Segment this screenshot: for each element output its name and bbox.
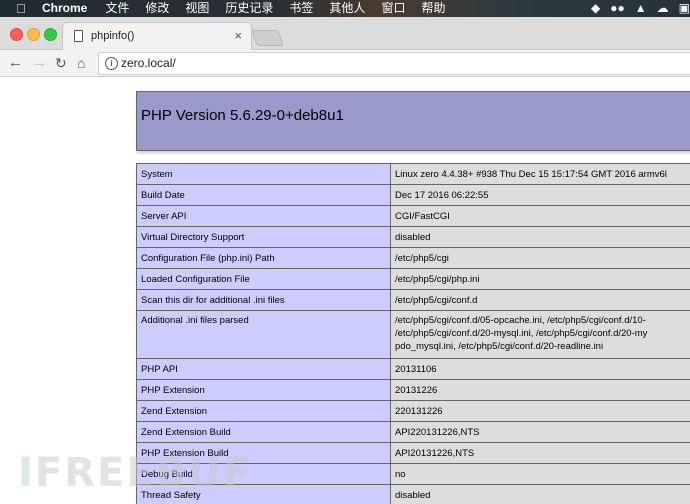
table-row: Build Date Dec 17 2016 06:22:55 — [136, 184, 690, 206]
freebuf-watermark: IFREEBUF — [18, 450, 252, 496]
menu-edit[interactable]: 修改 — [145, 0, 169, 17]
page-icon — [74, 30, 83, 42]
menu-app-chrome[interactable]: Chrome — [42, 0, 87, 17]
menu-history[interactable]: 历史记录 — [225, 0, 273, 17]
qq-icon[interactable]: ▲ — [635, 0, 647, 17]
page-content: PHP Version 5.6.29-0+deb8u1 System Linux … — [0, 77, 690, 504]
tab-title: phpinfo() — [91, 30, 135, 42]
row-value: no — [390, 463, 690, 485]
table-row: Additional .ini files parsed /etc/php5/c… — [136, 310, 690, 359]
row-key: Loaded Configuration File — [136, 268, 391, 290]
table-row: PHP Extension 20131226 — [136, 379, 690, 401]
browser-toolbar: ← → ↻ ⌂ i zero.local/ — [0, 50, 690, 77]
row-key: Zend Extension — [136, 400, 391, 422]
tab-phpinfo[interactable]: phpinfo() × — [62, 22, 252, 51]
apple-logo-icon[interactable]:  — [14, 0, 28, 17]
menu-help[interactable]: 帮助 — [421, 0, 445, 17]
row-value: /etc/php5/cgi/conf.d/05-opcache.ini, /et… — [390, 310, 690, 359]
row-value: API220131226,NTS — [390, 421, 690, 443]
forward-arrow-icon[interactable]: → — [32, 53, 47, 73]
table-row: Loaded Configuration File/etc/php5/cgi/p… — [136, 268, 690, 290]
new-tab-button[interactable] — [251, 30, 284, 46]
info-icon[interactable]: i — [105, 57, 118, 70]
table-row: Virtual Directory Support disabled — [136, 226, 690, 248]
row-value-line: pdo_mysql.ini, /etc/php5/cgi/conf.d/20-r… — [395, 341, 604, 352]
row-value: Linux zero 4.4.38+ #938 Thu Dec 15 15:17… — [390, 163, 690, 185]
minimize-window-button[interactable] — [27, 28, 40, 41]
address-bar[interactable]: i zero.local/ — [98, 52, 690, 75]
home-icon[interactable]: ⌂ — [77, 53, 85, 73]
row-key: Scan this dir for additional .ini files — [136, 289, 391, 311]
table-row: Configuration File (php.ini) Path/etc/ph… — [136, 247, 690, 269]
row-value: /etc/php5/cgi/conf.d — [390, 289, 690, 311]
row-value: /etc/php5/cgi — [390, 247, 690, 269]
row-value: CGI/FastCGI — [390, 205, 690, 227]
status-tray: ◆ ●● ▲ ☁ ▣ — [581, 0, 690, 17]
row-value: disabled — [390, 226, 690, 248]
row-key: Additional .ini files parsed — [136, 310, 391, 359]
row-key: System — [136, 163, 391, 185]
row-value-line: /etc/php5/cgi/conf.d/20-mysql.ini, /etc/… — [395, 328, 648, 339]
menu-file[interactable]: 文件 — [105, 0, 129, 17]
row-key: Configuration File (php.ini) Path — [136, 247, 391, 269]
close-window-button[interactable] — [10, 28, 23, 41]
tab-strip: phpinfo() × — [0, 17, 690, 51]
row-key: PHP Extension — [136, 379, 391, 401]
row-value: API20131226,NTS — [390, 442, 690, 464]
row-value: /etc/php5/cgi/php.ini — [390, 268, 690, 290]
close-tab-icon[interactable]: × — [234, 28, 242, 43]
menu-window[interactable]: 窗口 — [381, 0, 405, 17]
table-row: PHP API 20131106 — [136, 358, 690, 380]
row-value: 220131226 — [390, 400, 690, 422]
url-text[interactable]: zero.local/ — [121, 56, 176, 70]
php-version-header: PHP Version 5.6.29-0+deb8u1 — [136, 91, 690, 151]
row-key: Virtual Directory Support — [136, 226, 391, 248]
menu-people[interactable]: 其他人 — [329, 0, 365, 17]
row-value: disabled — [390, 484, 690, 504]
zoom-window-button[interactable] — [44, 28, 57, 41]
row-value: Dec 17 2016 06:22:55 — [390, 184, 690, 206]
menu-bookmarks[interactable]: 书签 — [289, 0, 313, 17]
row-value-line: /etc/php5/cgi/conf.d/05-opcache.ini, /et… — [395, 315, 646, 326]
evernote-icon[interactable]: ◆ — [591, 0, 600, 17]
menu-view[interactable]: 视图 — [185, 0, 209, 17]
row-key: Zend Extension Build — [136, 421, 391, 443]
status-icon[interactable]: ▣ — [679, 0, 690, 17]
table-row: Server API CGI/FastCGI — [136, 205, 690, 227]
back-arrow-icon[interactable]: ← — [8, 53, 23, 73]
table-row: Zend Extension Build API220131226,NTS — [136, 421, 690, 443]
cloud-icon[interactable]: ☁ — [657, 0, 669, 17]
php-version-title: PHP Version 5.6.29-0+deb8u1 — [141, 107, 344, 124]
row-key: Build Date — [136, 184, 391, 206]
table-row: Scan this dir for additional .ini files /… — [136, 289, 690, 311]
table-row: System Linux zero 4.4.38+ #938 Thu Dec 15… — [136, 163, 690, 185]
table-row: Zend Extension 220131226 — [136, 400, 690, 422]
wechat-icon[interactable]: ●● — [610, 0, 625, 17]
row-value: 20131106 — [390, 358, 690, 380]
row-value: 20131226 — [390, 379, 690, 401]
row-key: Server API — [136, 205, 391, 227]
reload-icon[interactable]: ↻ — [55, 53, 67, 73]
row-key: PHP API — [136, 358, 391, 380]
mac-menubar:  Chrome 文件 修改 视图 历史记录 书签 其他人 窗口 帮助 ◆ ●●… — [0, 0, 690, 17]
